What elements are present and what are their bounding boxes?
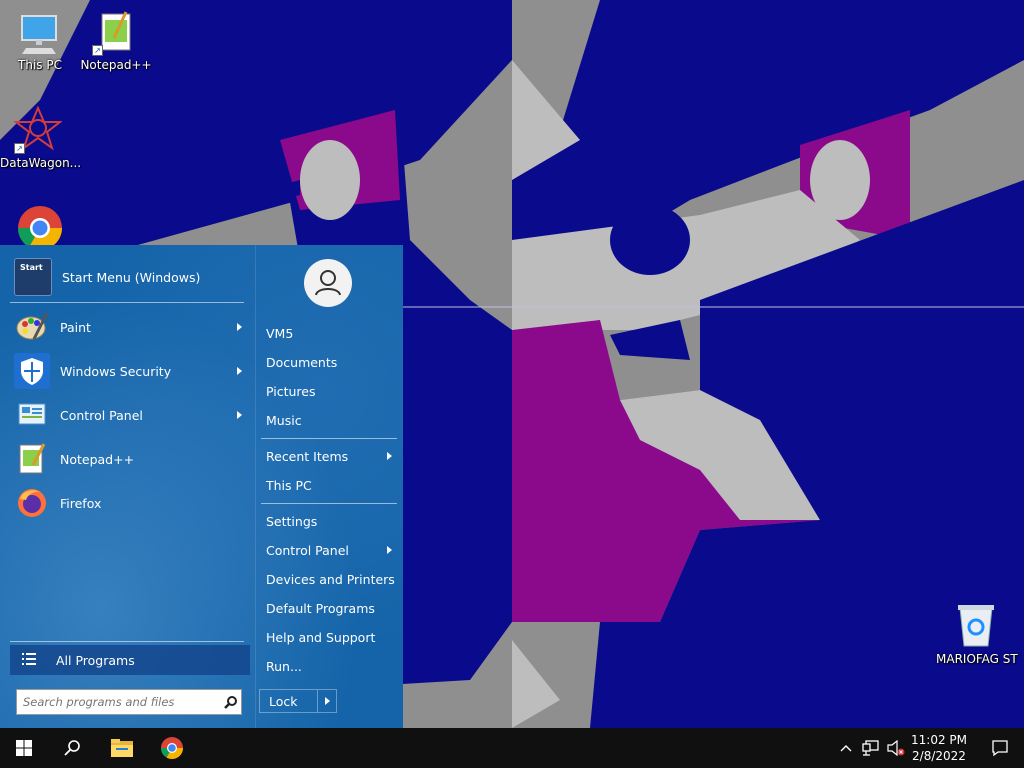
program-item-notepadpp[interactable]: Notepad++ <box>10 438 250 480</box>
taskbar-search-button[interactable] <box>48 728 96 768</box>
pc-icon <box>16 8 64 56</box>
places-item-recent-items[interactable]: Recent Items <box>266 443 396 469</box>
submenu-arrow-icon <box>387 546 392 554</box>
desktop-icon-label: This PC <box>18 58 62 72</box>
program-item-label: Windows Security <box>60 363 172 379</box>
windows-logo-icon <box>16 740 32 756</box>
notification-icon <box>992 740 1008 757</box>
tray-overflow-button[interactable] <box>834 728 858 768</box>
shortcut-arrow-icon: ↗ <box>92 45 103 56</box>
separator <box>10 302 244 303</box>
submenu-arrow-icon <box>237 323 242 331</box>
places-item-label: Settings <box>266 513 318 529</box>
user-avatar[interactable] <box>304 259 352 307</box>
start-search-box[interactable] <box>16 689 242 715</box>
volume-muted-icon <box>887 740 905 756</box>
places-item-label: Recent Items <box>266 448 349 464</box>
program-item-firefox[interactable]: Firefox <box>10 482 250 524</box>
desktop-icon-label: DataWagon... <box>0 156 82 170</box>
places-item-settings[interactable]: Settings <box>266 508 396 534</box>
action-center-button[interactable] <box>976 728 1024 768</box>
desktop-icon-notepadpp[interactable]: ↗ Notepad++ <box>78 8 154 72</box>
windows-security-icon <box>14 353 50 389</box>
chevron-up-icon <box>840 745 852 752</box>
search-icon <box>64 740 80 756</box>
start-menu-programs-pane: Start Start Menu (Windows) Paint Windows… <box>0 245 255 728</box>
submenu-arrow-icon <box>237 367 242 375</box>
places-item-label: VM5 <box>266 325 294 341</box>
places-item-label: Help and Support <box>266 629 376 645</box>
all-programs-button[interactable]: All Programs <box>10 645 250 675</box>
all-programs-label: All Programs <box>56 652 135 668</box>
start-button[interactable] <box>0 728 48 768</box>
places-item-documents[interactable]: Documents <box>266 349 396 375</box>
places-item-label: This PC <box>266 477 312 493</box>
program-item-label: Control Panel <box>60 407 143 423</box>
chevron-right-icon <box>324 697 330 705</box>
places-item-label: Music <box>266 412 302 428</box>
datawagon-icon: ↗ <box>13 105 63 154</box>
places-item-label: Documents <box>266 354 338 370</box>
notepadpp-icon: ↗ <box>92 8 140 56</box>
program-item-label: Firefox <box>60 495 102 511</box>
submenu-arrow-icon <box>387 452 392 460</box>
network-button[interactable] <box>858 728 884 768</box>
separator <box>261 503 397 504</box>
desktop-icon-this-pc[interactable]: This PC <box>2 8 78 72</box>
control-panel-icon <box>14 397 50 433</box>
lock-button[interactable]: Lock <box>259 689 337 713</box>
program-item-paint[interactable]: Paint <box>10 306 250 348</box>
desktop-icon-label: MARIOFAG ST <box>936 652 1018 666</box>
program-item-windows-security[interactable]: Windows Security <box>10 350 250 392</box>
places-item-user-folder[interactable]: VM5 <box>266 320 396 346</box>
separator <box>261 438 397 439</box>
start-menu: Start Start Menu (Windows) Paint Windows… <box>0 245 403 728</box>
places-item-label: Default Programs <box>266 600 375 616</box>
places-item-this-pc[interactable]: This PC <box>266 472 396 498</box>
program-item-control-panel[interactable]: Control Panel <box>10 394 250 436</box>
chrome-icon <box>161 737 183 759</box>
clock-time: 11:02 PM <box>911 733 967 747</box>
file-explorer-icon <box>111 739 133 757</box>
firefox-icon <box>14 485 50 521</box>
taskbar-file-explorer[interactable] <box>98 728 146 768</box>
desktop-icon-datawagon[interactable]: ↗ DataWagon... <box>0 105 82 170</box>
places-item-pictures[interactable]: Pictures <box>266 378 396 404</box>
program-item-label: Notepad++ <box>60 451 135 467</box>
lock-options-arrow[interactable] <box>317 690 336 712</box>
recycle-bin-icon <box>952 602 1000 650</box>
places-item-control-panel[interactable]: Control Panel <box>266 537 396 563</box>
shortcut-arrow-icon: ↗ <box>14 143 25 154</box>
places-item-label: Control Panel <box>266 542 349 558</box>
desktop-icon-label: Notepad++ <box>80 58 152 72</box>
start-menu-app-icon: Start <box>14 258 52 296</box>
taskbar: 11:02 PM 2/8/2022 <box>0 728 1024 768</box>
separator <box>10 641 244 642</box>
places-item-label: Pictures <box>266 383 316 399</box>
search-icon[interactable] <box>219 695 241 709</box>
start-menu-places-pane: VM5 Documents Pictures Music Recent Item… <box>255 245 404 728</box>
start-menu-header-label: Start Menu (Windows) <box>62 269 201 285</box>
paint-icon <box>14 309 50 345</box>
taskbar-clock[interactable]: 11:02 PM 2/8/2022 <box>904 728 974 768</box>
places-item-label: Devices and Printers <box>266 571 395 587</box>
places-item-run[interactable]: Run... <box>266 653 396 679</box>
program-item-label: Paint <box>60 319 91 335</box>
places-item-devices-printers[interactable]: Devices and Printers <box>266 566 396 592</box>
network-icon <box>862 740 879 756</box>
places-item-label: Run... <box>266 658 302 674</box>
list-icon <box>22 652 36 668</box>
start-search-input[interactable] <box>17 694 219 710</box>
notepadpp-icon <box>14 441 50 477</box>
start-menu-pinned-header[interactable]: Start Start Menu (Windows) <box>10 256 250 298</box>
places-item-default-programs[interactable]: Default Programs <box>266 595 396 621</box>
places-item-help-support[interactable]: Help and Support <box>266 624 396 650</box>
clock-date: 2/8/2022 <box>912 749 966 763</box>
places-item-music[interactable]: Music <box>266 407 396 433</box>
lock-button-label: Lock <box>269 693 298 709</box>
taskbar-chrome[interactable] <box>148 728 196 768</box>
user-icon <box>315 270 341 296</box>
submenu-arrow-icon <box>237 411 242 419</box>
desktop-icon-recycle-bin[interactable]: MARIOFAG ST <box>936 602 1018 666</box>
